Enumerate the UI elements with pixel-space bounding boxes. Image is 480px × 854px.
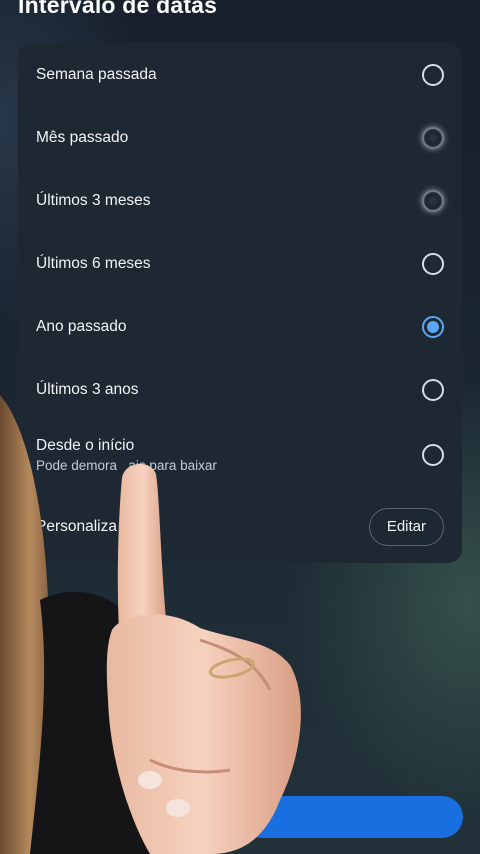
date-range-card: Semana passada Mês passado Últimos 3 mes…	[18, 43, 462, 563]
option-sublabel: Pode demora ais para baixar	[36, 457, 217, 473]
page-title: Intervalo de datas	[18, 0, 218, 18]
edit-button[interactable]: Editar	[368, 507, 444, 546]
option-6-months[interactable]: Últimos 6 meses	[18, 232, 462, 295]
option-label: Últimos 6 meses	[36, 254, 151, 272]
option-label: Ano passado	[36, 317, 127, 335]
confirm-button[interactable]	[240, 796, 463, 838]
radio-button-selected[interactable]	[422, 315, 444, 338]
option-last-month[interactable]: Mês passado	[18, 106, 462, 169]
option-last-year[interactable]: Ano passado	[18, 295, 462, 358]
radio-button[interactable]	[422, 126, 444, 149]
option-week[interactable]: Semana passada	[18, 43, 462, 106]
option-label: Mês passado	[36, 128, 129, 146]
radio-button[interactable]	[422, 443, 444, 466]
custom-label: Personaliza	[36, 517, 117, 535]
radio-button[interactable]	[422, 189, 444, 212]
radio-button[interactable]	[422, 378, 444, 401]
option-custom[interactable]: Personaliza Editar	[18, 495, 462, 558]
option-3-years[interactable]: Últimos 3 anos	[18, 358, 462, 421]
option-label: Semana passada	[36, 65, 157, 83]
option-3-months[interactable]: Últimos 3 meses	[18, 169, 462, 232]
radio-button[interactable]	[422, 63, 444, 86]
option-label: Últimos 3 meses	[36, 191, 151, 209]
option-label: Últimos 3 anos	[36, 380, 139, 398]
option-label: Desde o início	[36, 436, 135, 454]
option-all-time[interactable]: Desde o início Pode demora ais para baix…	[18, 423, 462, 486]
radio-button[interactable]	[422, 252, 444, 275]
